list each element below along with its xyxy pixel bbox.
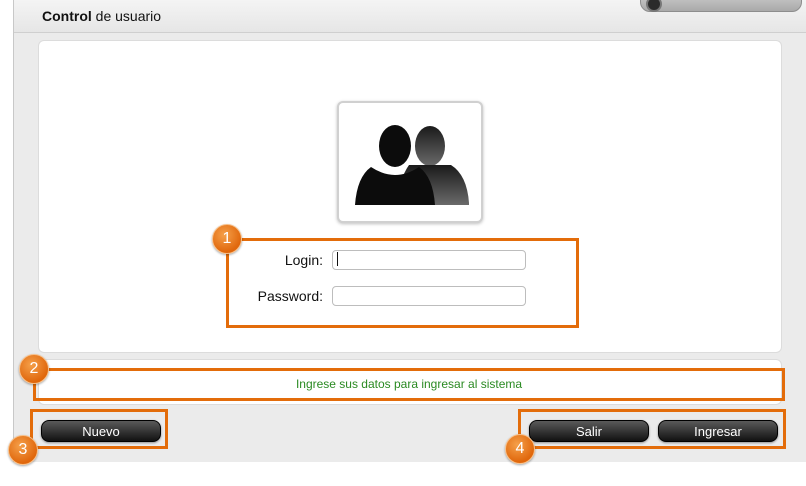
callout-marker-2: 2 xyxy=(19,354,49,384)
callout-marker-4: 4 xyxy=(505,434,535,464)
callout-marker-1: 1 xyxy=(212,224,242,254)
window-title-bold: Control xyxy=(42,8,92,24)
callout-credentials-box xyxy=(226,238,579,328)
title-control[interactable] xyxy=(640,0,802,12)
avatar xyxy=(337,101,483,223)
window-title-rest: de usuario xyxy=(91,8,162,24)
title-bar: Control de usuario xyxy=(14,0,806,33)
callout-marker-3: 3 xyxy=(8,435,38,465)
window-title: Control de usuario xyxy=(42,8,161,24)
users-icon xyxy=(355,125,469,205)
callout-nuevo-box xyxy=(30,409,168,449)
callout-status-box xyxy=(33,368,785,401)
callout-actions-box xyxy=(518,409,786,449)
